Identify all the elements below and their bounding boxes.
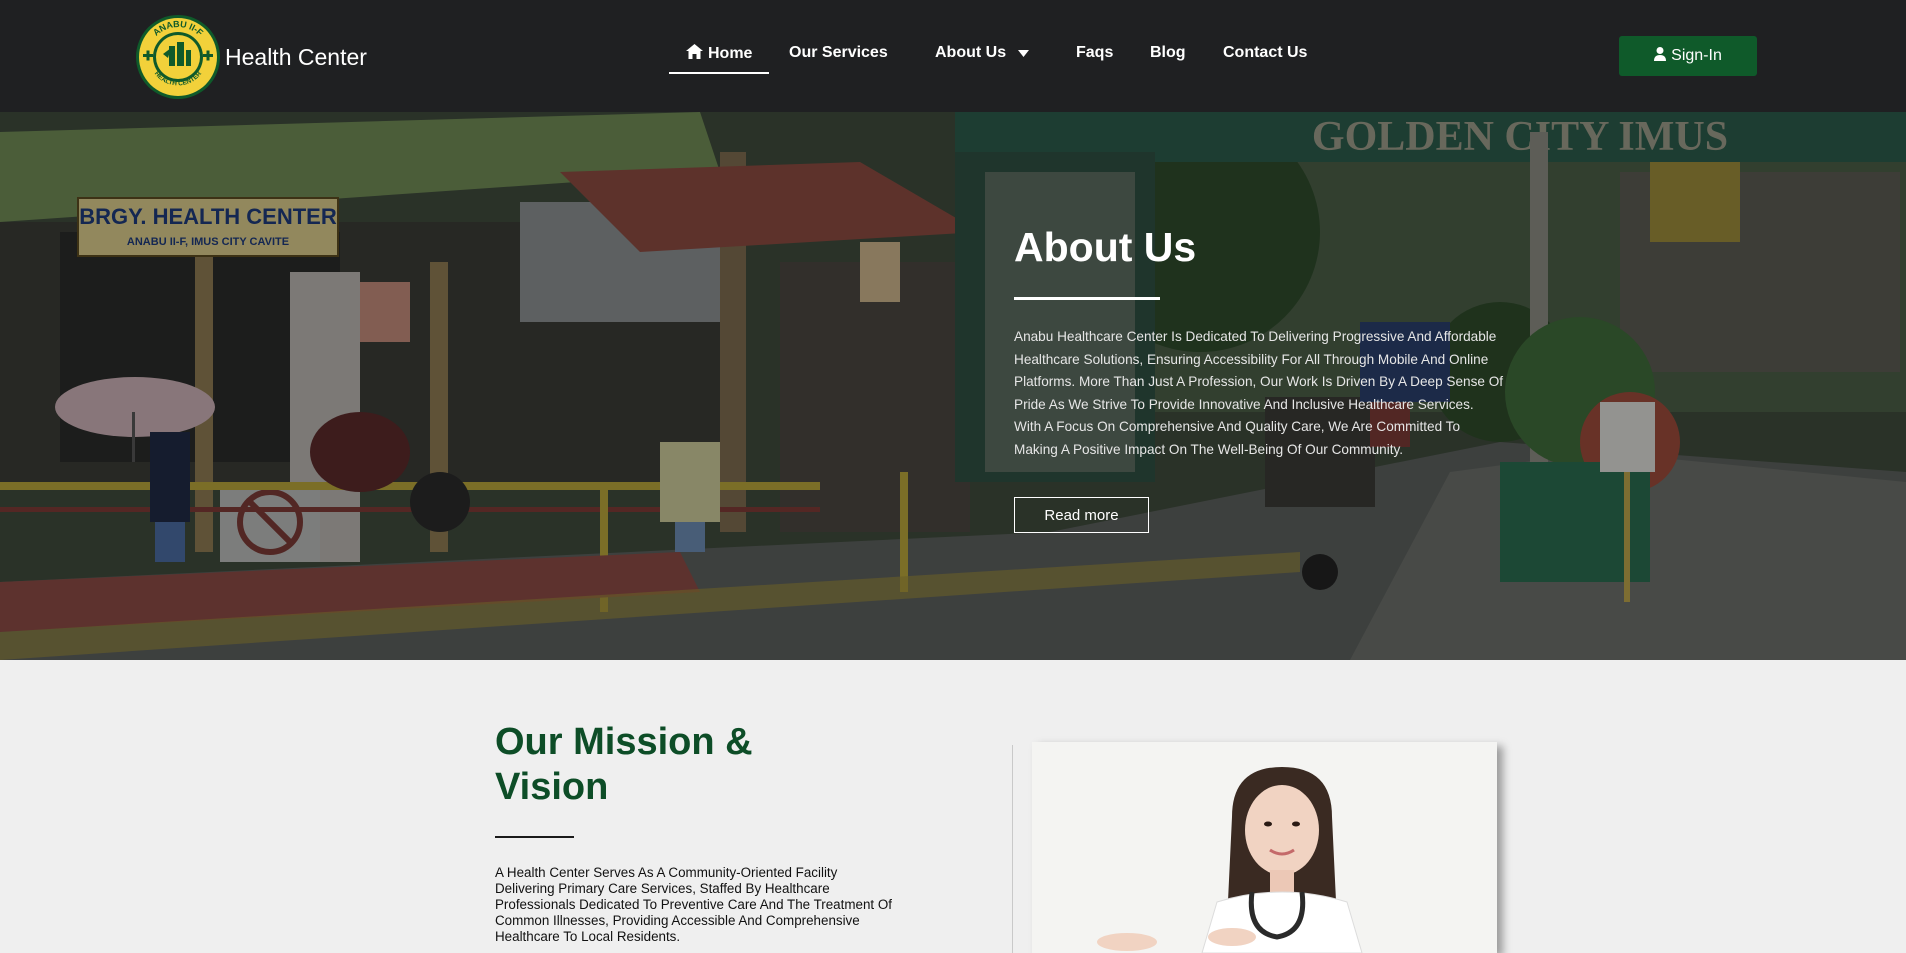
nav-active-indicator [669, 72, 769, 74]
sign-in-label: Sign-In [1671, 47, 1722, 64]
about-us-heading: About Us [1014, 224, 1197, 270]
home-icon [686, 44, 703, 64]
about-us-description: Anabu Healthcare Center Is Dedicated To … [1014, 329, 1504, 457]
nav-blog[interactable]: Blog [1150, 44, 1186, 62]
nav-faqs[interactable]: Faqs [1076, 44, 1113, 62]
nav-home[interactable]: Home [686, 44, 752, 64]
sign-in-button[interactable]: Sign-In [1619, 36, 1757, 76]
nav-contact-us[interactable]: Contact Us [1223, 44, 1307, 62]
mission-vision-heading: Our Mission & Vision [495, 721, 753, 808]
caret-down-icon [1018, 44, 1030, 62]
nav-faqs-label: Faqs [1076, 44, 1114, 61]
nav-services-label: Our Services [789, 44, 888, 61]
nav-about-us[interactable]: About Us [935, 44, 1030, 62]
heading-underline [1014, 297, 1160, 300]
brand-name: Health Center [225, 43, 367, 70]
health-center-seal-logo: ANABU II-F HEALTH CENTER [135, 14, 221, 100]
health-center-street-photo: BRGY. HEALTH CENTER ANABU II-F, IMUS CIT… [0, 112, 1906, 660]
nav-home-label: Home [708, 45, 753, 62]
section-divider [1012, 745, 1013, 953]
read-more-button[interactable]: Read more [1014, 497, 1149, 533]
about-hero-banner: BRGY. HEALTH CENTER ANABU II-F, IMUS CIT… [0, 112, 1906, 660]
nav-blog-label: Blog [1150, 44, 1186, 61]
user-icon [1654, 46, 1667, 66]
nav-about-label: About Us [935, 44, 1007, 61]
nav-our-services[interactable]: Our Services [789, 44, 888, 62]
mission-heading-underline [495, 836, 574, 838]
top-navbar: ANABU II-F HEALTH CENTER Health Center H… [0, 0, 1906, 112]
mission-vision-description: A Health Center Serves As A Community-Or… [495, 865, 892, 944]
nurse-photo [1032, 742, 1497, 953]
nav-contact-label: Contact Us [1223, 44, 1308, 61]
brand-logo-link[interactable]: ANABU II-F HEALTH CENTER Health Center [135, 14, 367, 100]
